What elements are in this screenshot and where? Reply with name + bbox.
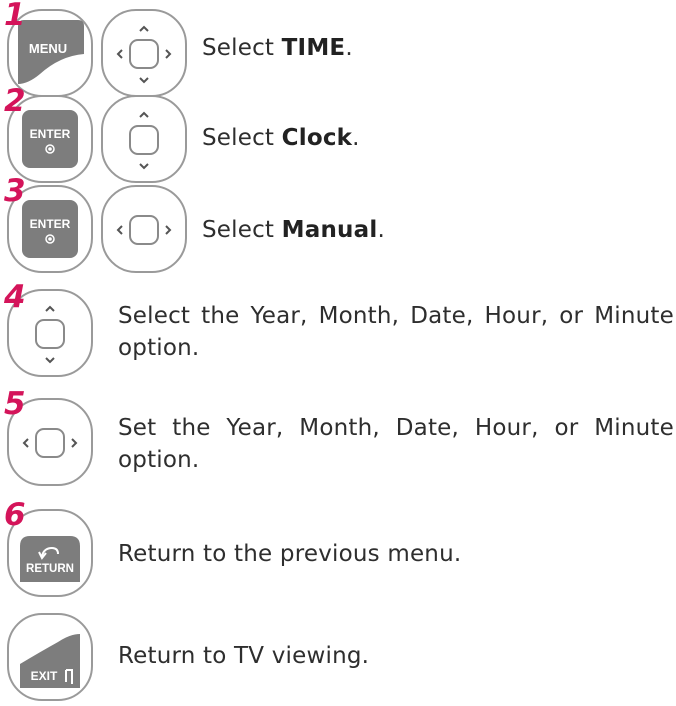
menu-button-label: MENU	[29, 41, 67, 56]
nav-leftright-icon[interactable]	[101, 185, 187, 273]
exit-button[interactable]: EXIT	[7, 613, 93, 701]
enter-button-label: ENTER	[30, 217, 71, 231]
step-2-buttons: ENTER	[7, 95, 187, 183]
step-number: 6	[4, 497, 26, 533]
exit-button-label: EXIT	[31, 669, 58, 683]
step-3: ENTER 3 Select Manual.	[0, 176, 676, 276]
enter-button-label: ENTER	[30, 127, 71, 141]
step-text: Return to the previous menu.	[118, 541, 462, 567]
nav-4way-icon[interactable]	[101, 9, 187, 97]
keyword-clock: Clock	[281, 125, 353, 151]
step-text: Return to TV viewing.	[118, 643, 370, 669]
step-text: Select the Year, Month, Date, Hour, or M…	[118, 303, 674, 361]
step-text: Set the Year, Month, Date, Hour, or Minu…	[118, 415, 674, 473]
step-2: ENTER 2 Select Clock.	[0, 86, 676, 186]
step-number: 3	[4, 173, 26, 209]
step-text: Select TIME.	[202, 35, 353, 61]
step-4: 4 Select the Year, Month, Date, Hour, or…	[0, 270, 676, 380]
step-3-buttons: ENTER	[7, 185, 187, 273]
step-number: 4	[4, 279, 26, 315]
keyword-time: TIME	[281, 35, 346, 61]
instruction-page: MENU 1 Select TIME. ENTER 2 Select Clock…	[0, 0, 676, 706]
step-number: 2	[4, 83, 26, 119]
step-exit: EXIT Return to TV viewing.	[0, 600, 676, 706]
step-text: Select Clock.	[202, 125, 360, 151]
nav-updown-icon[interactable]	[101, 95, 187, 183]
step-5: 5 Set the Year, Month, Date, Hour, or Mi…	[0, 385, 676, 495]
step-6: RETURN 6 Return to the previous menu.	[0, 500, 676, 600]
step-number: 5	[4, 386, 26, 422]
step-text: Select Manual.	[202, 217, 385, 243]
step-1-buttons: MENU	[7, 9, 187, 97]
step-number: 1	[4, 0, 26, 33]
keyword-manual: Manual	[281, 217, 378, 243]
return-button-label: RETURN	[26, 563, 74, 575]
step-1: MENU 1 Select TIME.	[0, 0, 676, 100]
step-exit-buttons: EXIT	[7, 613, 93, 701]
